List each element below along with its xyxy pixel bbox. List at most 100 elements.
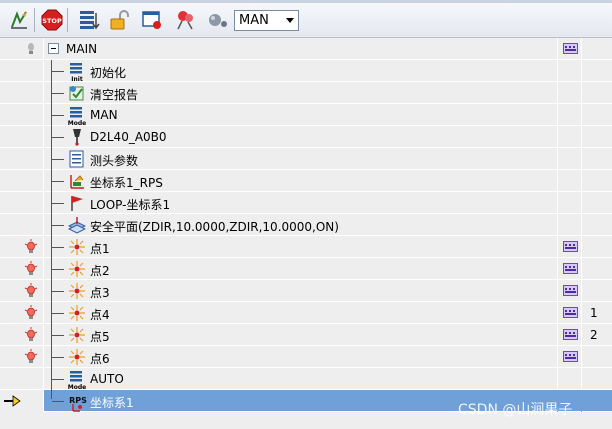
tree-row[interactable]: 点5 2 bbox=[0, 324, 612, 346]
tree-row[interactable]: 点3 bbox=[0, 280, 612, 302]
tree-row[interactable]: 点4 1 bbox=[0, 302, 612, 324]
tree-row[interactable]: 点1 bbox=[0, 236, 612, 258]
clear-report-icon bbox=[68, 84, 86, 102]
stop-icon[interactable]: STOP bbox=[39, 8, 65, 32]
gutter-cell bbox=[0, 214, 44, 236]
count-cell bbox=[581, 126, 612, 148]
point-icon bbox=[68, 326, 86, 344]
program-tree: MAIN Init 初始化清空报告 Mode MAN D2L40_A0B0 测头参数坐标系… bbox=[0, 38, 612, 429]
point-icon bbox=[68, 260, 86, 278]
mode-dropdown[interactable]: MAN bbox=[234, 10, 299, 31]
point-icon bbox=[68, 348, 86, 366]
tree-branch bbox=[52, 313, 64, 314]
gutter-cell bbox=[0, 82, 44, 104]
gutter-cell bbox=[0, 368, 44, 390]
tree-branch bbox=[52, 225, 64, 226]
tree-branch bbox=[52, 137, 64, 138]
safety-plane-icon bbox=[67, 216, 87, 234]
node-label: 点1 bbox=[90, 242, 110, 256]
tree-row-root[interactable]: MAIN bbox=[0, 38, 612, 60]
node-label: MAN bbox=[90, 108, 118, 122]
tree-branch bbox=[52, 247, 64, 248]
tree-branch bbox=[52, 159, 64, 160]
tree-row[interactable]: 点6 bbox=[0, 346, 612, 368]
mode-icon: Mode bbox=[68, 370, 86, 391]
tree-row[interactable]: 安全平面(ZDIR,10.0000,ZDIR,10.0000,ON) bbox=[0, 214, 612, 236]
node-label: 点4 bbox=[90, 308, 110, 322]
current-arrow-icon bbox=[3, 395, 21, 411]
node-label: AUTO bbox=[90, 372, 124, 386]
count-cell bbox=[581, 236, 612, 258]
param-cell bbox=[557, 60, 581, 82]
point-icon bbox=[68, 238, 86, 256]
svg-text:RPS: RPS bbox=[69, 396, 87, 405]
unlock-icon[interactable] bbox=[106, 8, 132, 32]
param-cell bbox=[557, 104, 581, 126]
bulb-icon bbox=[24, 327, 38, 343]
bulb-icon bbox=[24, 305, 38, 321]
count-cell bbox=[581, 280, 612, 302]
count-cell bbox=[581, 60, 612, 82]
tree-row[interactable]: Mode AUTO bbox=[0, 368, 612, 391]
node-label: 安全平面(ZDIR,10.0000,ZDIR,10.0000,ON) bbox=[90, 220, 339, 234]
parameter-icon[interactable] bbox=[563, 351, 578, 362]
tree-row[interactable]: 测头参数 bbox=[0, 148, 612, 170]
param-cell bbox=[557, 126, 581, 148]
probe-tip-icon bbox=[68, 128, 86, 146]
tree-row[interactable]: 坐标系1_RPS bbox=[0, 170, 612, 192]
tree-row[interactable]: D2L40_A0B0 bbox=[0, 126, 612, 148]
node-label: 测头参数 bbox=[90, 154, 139, 168]
tree-branch bbox=[52, 357, 64, 358]
node-label: 坐标系1 bbox=[90, 396, 134, 410]
node-label: 初始化 bbox=[90, 66, 127, 80]
collapse-toggle[interactable] bbox=[48, 43, 59, 54]
bulb-icon bbox=[24, 261, 38, 277]
bulb-icon bbox=[24, 349, 38, 365]
node-label: 清空报告 bbox=[90, 88, 139, 102]
parameter-icon[interactable] bbox=[563, 307, 578, 318]
bulb-icon bbox=[24, 283, 38, 299]
param-cell bbox=[557, 148, 581, 170]
parameter-icon[interactable] bbox=[563, 241, 578, 252]
pin-remove-icon[interactable] bbox=[172, 8, 198, 32]
count-cell bbox=[581, 346, 612, 368]
tree-branch bbox=[52, 71, 64, 72]
param-cell bbox=[557, 192, 581, 214]
stop-label: STOP bbox=[42, 17, 62, 25]
gutter-cell bbox=[0, 170, 44, 192]
edit-icon[interactable] bbox=[6, 8, 32, 32]
count-cell bbox=[581, 214, 612, 236]
window-record-icon[interactable] bbox=[139, 8, 165, 32]
chevron-down-icon[interactable] bbox=[282, 11, 298, 30]
node-label: 坐标系1_RPS bbox=[90, 176, 163, 190]
probe-icon[interactable] bbox=[205, 8, 231, 32]
tree-row[interactable]: Mode MAN bbox=[0, 104, 612, 127]
gutter-cell bbox=[0, 104, 44, 126]
node-label: 点6 bbox=[90, 352, 110, 366]
gutter-cell bbox=[0, 60, 44, 82]
count-cell bbox=[581, 148, 612, 170]
point-icon bbox=[68, 304, 86, 322]
parameter-icon[interactable] bbox=[563, 263, 578, 274]
tree-row[interactable]: Init 初始化 bbox=[0, 60, 612, 83]
mode-dropdown-value: MAN bbox=[239, 13, 269, 28]
tree-row[interactable]: 点2 bbox=[0, 258, 612, 280]
repeat-count: 2 bbox=[590, 328, 598, 342]
tree-row[interactable]: LOOP-坐标系1 bbox=[0, 192, 612, 214]
tree-connector bbox=[51, 60, 52, 399]
count-cell bbox=[581, 170, 612, 192]
parameter-icon[interactable] bbox=[563, 43, 578, 54]
parameter-icon[interactable] bbox=[563, 285, 578, 296]
tree-branch bbox=[52, 93, 64, 94]
tree-row[interactable]: 清空报告 bbox=[0, 82, 612, 104]
list-mode-icon[interactable] bbox=[76, 8, 102, 32]
toolbar-separator bbox=[34, 8, 35, 32]
param-cell bbox=[557, 170, 581, 192]
node-label: 点2 bbox=[90, 264, 110, 278]
point-icon bbox=[68, 282, 86, 300]
bulb-off-icon bbox=[24, 41, 38, 57]
tree-branch bbox=[52, 379, 64, 380]
mode-icon: Mode bbox=[68, 106, 86, 127]
parameter-icon[interactable] bbox=[563, 329, 578, 340]
tree-branch bbox=[52, 335, 64, 336]
